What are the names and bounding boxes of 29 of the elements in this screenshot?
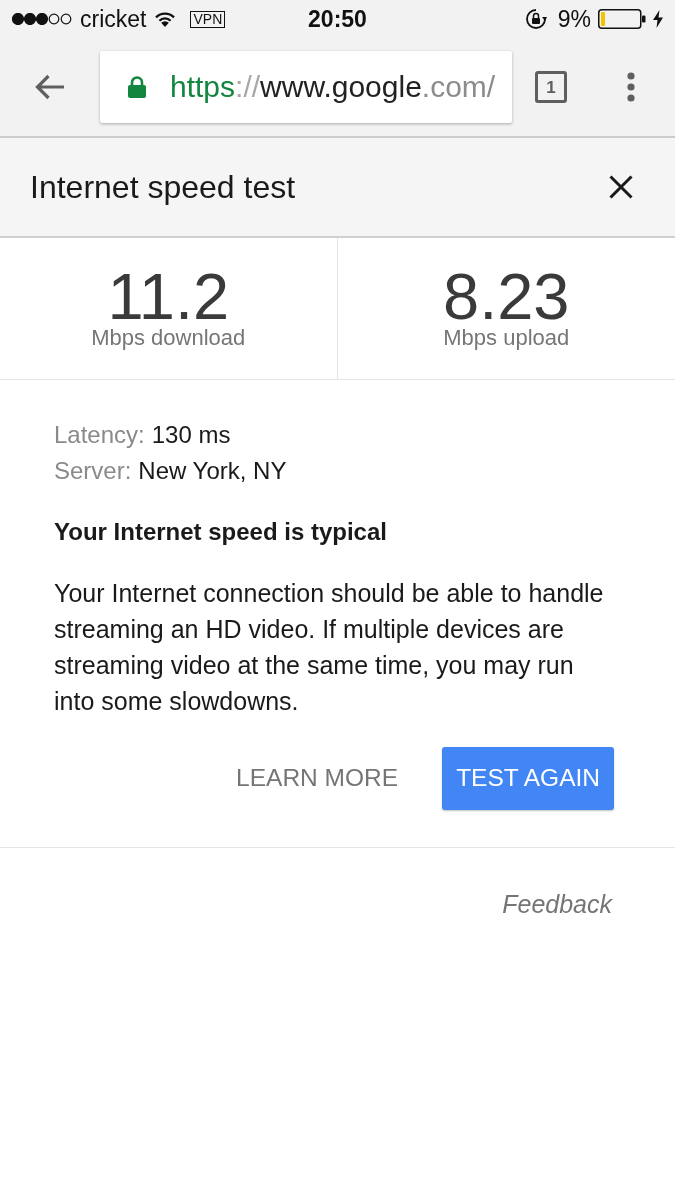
speed-value: 8.23 bbox=[443, 268, 570, 326]
speed-value: 11.2 bbox=[107, 268, 230, 326]
carrier-name: cricket bbox=[80, 7, 147, 31]
charging-bolt-icon bbox=[653, 10, 663, 28]
battery-percentage: 9% bbox=[557, 7, 591, 31]
detail-label: Latency: bbox=[54, 420, 145, 450]
result-heading: Your Internet speed is typical bbox=[54, 517, 388, 547]
tab-switcher-button[interactable]: 1 bbox=[535, 71, 567, 103]
test-again-button[interactable]: TEST AGAIN bbox=[442, 747, 614, 810]
wifi-icon bbox=[154, 11, 177, 27]
signal-strength-icon bbox=[12, 13, 72, 25]
address-field[interactable]: https://www.google.com/ bbox=[100, 51, 512, 123]
clock-time: 20:50 bbox=[308, 7, 367, 31]
back-arrow-icon bbox=[35, 74, 65, 100]
speed-unit-label: Mbps download bbox=[91, 326, 246, 350]
battery-icon bbox=[598, 9, 646, 29]
detail-value: 130 ms bbox=[151, 420, 231, 450]
detail-label: Server: bbox=[54, 456, 132, 486]
close-icon bbox=[609, 175, 633, 199]
speed-unit-label: Mbps upload bbox=[443, 326, 570, 350]
feedback-link[interactable]: Feedback bbox=[502, 886, 612, 924]
more-options-icon bbox=[627, 72, 635, 102]
card-title: Internet speed test bbox=[30, 168, 296, 207]
learn-more-button[interactable]: LEARN MORE bbox=[224, 747, 411, 810]
lock-icon bbox=[128, 76, 146, 98]
rotation-lock-icon bbox=[524, 8, 547, 30]
vpn-indicator: VPN bbox=[190, 10, 226, 28]
detail-value: New York, NY bbox=[138, 456, 287, 486]
result-description: Your Internet connection should be able to handle streaming an HD video. If multiple devices are streaming video at the same time, you may run into some slowdowns. bbox=[54, 578, 605, 717]
